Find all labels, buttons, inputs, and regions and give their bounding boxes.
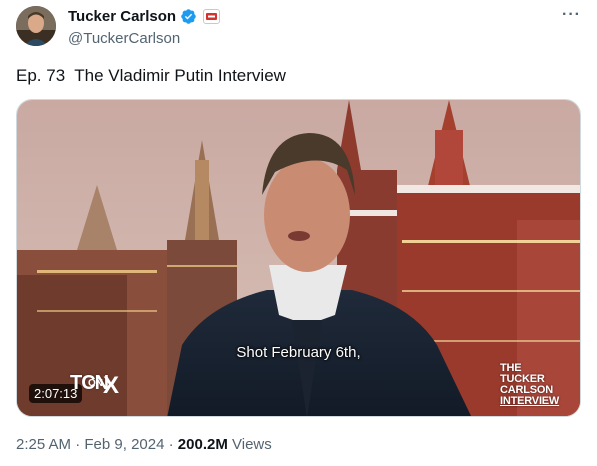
- author-name[interactable]: Tucker Carlson: [68, 8, 176, 25]
- author-name-row[interactable]: Tucker Carlson: [68, 8, 221, 25]
- avatar-image: [16, 6, 56, 46]
- verified-badge-icon: [181, 9, 196, 24]
- avatar[interactable]: [16, 6, 56, 46]
- meta-separator: ·: [71, 436, 85, 453]
- more-options-icon[interactable]: ···: [562, 6, 581, 24]
- show-logo-line4: INTERVIEW: [500, 395, 560, 407]
- meta-separator: ·: [164, 436, 178, 453]
- tweet-date[interactable]: Feb 9, 2024: [84, 436, 164, 453]
- tweet-text: Ep. 73 The Vladimir Putin Interview: [16, 66, 286, 85]
- author-handle[interactable]: @TuckerCarlson: [68, 30, 180, 47]
- network-logo-on: ON: [88, 378, 103, 389]
- tweet-time[interactable]: 2:25 AM: [16, 436, 71, 453]
- affiliation-badge-icon[interactable]: [203, 9, 221, 24]
- video-player[interactable]: Shot February 6th,: [16, 99, 581, 417]
- views-count: 200.2M: [177, 436, 228, 453]
- x-logo-icon: X: [103, 372, 120, 399]
- tweet-metadata: 2:25 AM · Feb 9, 2024 · 200.2M Views: [16, 436, 272, 453]
- views-label: Views: [227, 436, 272, 453]
- show-logo: THE TUCKER CARLSON INTERVIEW: [500, 363, 559, 407]
- video-frame: [17, 100, 580, 416]
- tcn-mini-logo-icon: [206, 13, 218, 20]
- video-subtitle: Shot February 6th,: [236, 344, 361, 361]
